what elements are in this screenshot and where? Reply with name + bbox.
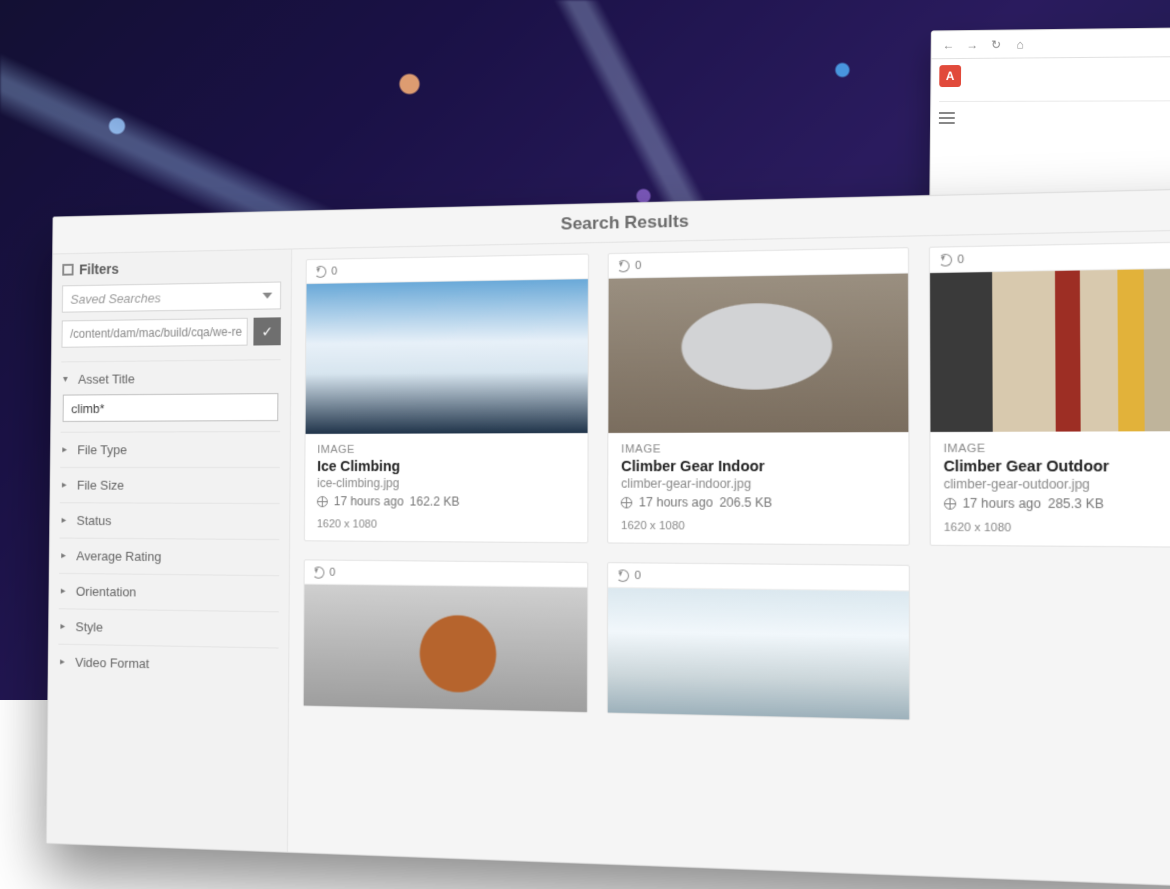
facet-asset-title-header[interactable]: ▾ Asset Title	[63, 370, 279, 387]
card-badge: 0	[329, 566, 335, 578]
facet-video-format-header[interactable]: ▸ Video Format	[60, 655, 277, 674]
asset-card[interactable]: 0 IMAGE Ice Climbing ice-climbing.jpg 17…	[304, 253, 589, 543]
path-input[interactable]: /content/dam/mac/build/cqa/we-re	[61, 318, 247, 348]
asset-thumbnail[interactable]	[306, 279, 589, 434]
path-value: /content/dam/mac/build/cqa/we-re	[70, 325, 242, 341]
asset-modified: 17 hours ago	[639, 495, 713, 510]
asset-card[interactable]: 0 IMAGE Climber Gear Outdoor climber-gea…	[928, 240, 1170, 548]
asset-card[interactable]: 0	[607, 562, 910, 720]
filters-icon	[62, 264, 73, 276]
check-icon: ✓	[261, 323, 273, 340]
asset-dimensions: 1620 x 1080	[317, 518, 575, 532]
card-badge: 0	[635, 569, 641, 582]
filters-heading: Filters	[62, 258, 281, 278]
asset-filename: ice-climbing.jpg	[317, 476, 575, 491]
facet-label: File Type	[77, 442, 127, 457]
facet-file-type: ▸ File Type	[60, 431, 280, 467]
facet-file-size: ▸ File Size	[60, 467, 280, 503]
chevron-right-icon: ▸	[62, 515, 72, 526]
facet-style: ▸ Style	[58, 608, 278, 647]
saved-searches-select[interactable]: Saved Searches	[62, 282, 281, 313]
refresh-icon[interactable]	[617, 569, 630, 582]
facet-status-header[interactable]: ▸ Status	[61, 513, 277, 529]
facet-label: Orientation	[76, 584, 136, 600]
asset-thumbnail[interactable]	[609, 274, 908, 433]
globe-icon	[317, 496, 328, 507]
facet-video-format: ▸ Video Format	[58, 644, 279, 684]
asset-size: 285.3 KB	[1048, 496, 1104, 511]
home-icon[interactable]: ⌂	[1013, 37, 1027, 51]
chevron-down-icon	[262, 293, 272, 299]
asset-modified: 17 hours ago	[962, 496, 1041, 511]
facet-label: Asset Title	[78, 371, 135, 386]
facet-asset-title: ▾ Asset Title	[61, 359, 281, 432]
facet-orientation-header[interactable]: ▸ Orientation	[61, 584, 277, 602]
facet-orientation: ▸ Orientation	[59, 573, 279, 611]
chevron-down-icon: ▾	[63, 374, 72, 385]
chevron-right-icon: ▸	[61, 586, 71, 597]
path-confirm-button[interactable]: ✓	[253, 317, 281, 345]
facet-label: Status	[77, 513, 112, 528]
facet-style-header[interactable]: ▸ Style	[60, 619, 276, 637]
asset-size: 206.5 KB	[719, 495, 772, 510]
globe-icon	[944, 497, 956, 509]
page-title: Search Results	[561, 211, 689, 234]
results-area: 0 IMAGE Ice Climbing ice-climbing.jpg 17…	[288, 229, 1170, 888]
asset-thumbnail[interactable]	[930, 268, 1170, 432]
facet-status: ▸ Status	[59, 502, 279, 539]
refresh-icon[interactable]	[617, 259, 630, 272]
back-icon[interactable]: ←	[941, 38, 955, 52]
asset-card[interactable]: 0	[303, 559, 589, 713]
asset-thumbnail[interactable]	[304, 585, 588, 713]
refresh-icon[interactable]	[313, 566, 325, 578]
asset-modified: 17 hours ago	[334, 494, 404, 508]
facet-label: Average Rating	[76, 548, 161, 564]
card-badge: 0	[957, 253, 964, 266]
search-results-window: Search Results 5 of 5 Filters Saved Sear…	[46, 187, 1170, 889]
card-badge: 0	[331, 265, 337, 277]
refresh-icon[interactable]	[938, 253, 951, 266]
saved-searches-placeholder: Saved Searches	[70, 290, 160, 306]
browser-chrome: ← → ↻ ⌂	[932, 28, 1170, 59]
asset-title: Climber Gear Outdoor	[943, 457, 1170, 474]
asset-filename: climber-gear-outdoor.jpg	[944, 477, 1170, 493]
refresh-icon[interactable]	[314, 265, 326, 277]
asset-title: Ice Climbing	[317, 458, 575, 474]
app-badge-letter: A	[946, 69, 955, 83]
globe-icon	[621, 496, 633, 507]
reload-icon[interactable]: ↻	[989, 37, 1003, 51]
facet-average-rating: ▸ Average Rating	[59, 538, 279, 576]
forward-icon[interactable]: →	[965, 37, 979, 51]
asset-dimensions: 1620 x 1080	[621, 520, 895, 534]
facet-file-type-header[interactable]: ▸ File Type	[62, 442, 278, 457]
card-badge: 0	[635, 259, 641, 271]
hamburger-icon[interactable]	[939, 112, 955, 124]
asset-type: IMAGE	[317, 443, 575, 456]
chevron-right-icon: ▸	[62, 444, 72, 455]
facet-label: File Size	[77, 478, 124, 493]
asset-type: IMAGE	[621, 443, 895, 456]
chevron-right-icon: ▸	[62, 480, 72, 491]
chevron-right-icon: ▸	[61, 550, 71, 561]
chevron-right-icon: ▸	[60, 657, 70, 668]
asset-dimensions: 1620 x 1080	[944, 521, 1170, 536]
chevron-right-icon: ▸	[60, 621, 70, 632]
filters-sidebar: Filters Saved Searches /content/dam/mac/…	[47, 249, 292, 851]
asset-size: 162.2 KB	[410, 494, 460, 508]
facet-label: Video Format	[75, 655, 149, 671]
asset-card[interactable]: 0 IMAGE Climber Gear Indoor climber-gear…	[607, 247, 909, 546]
app-badge[interactable]: A	[939, 65, 961, 87]
asset-title-input[interactable]	[63, 393, 279, 422]
facet-file-size-header[interactable]: ▸ File Size	[62, 478, 278, 493]
asset-title: Climber Gear Indoor	[621, 458, 895, 475]
facet-label: Style	[75, 619, 103, 634]
facet-average-rating-header[interactable]: ▸ Average Rating	[61, 548, 277, 565]
filters-label: Filters	[79, 261, 119, 277]
results-grid: 0 IMAGE Ice Climbing ice-climbing.jpg 17…	[303, 240, 1170, 728]
asset-type: IMAGE	[943, 442, 1170, 455]
asset-filename: climber-gear-indoor.jpg	[621, 476, 895, 491]
